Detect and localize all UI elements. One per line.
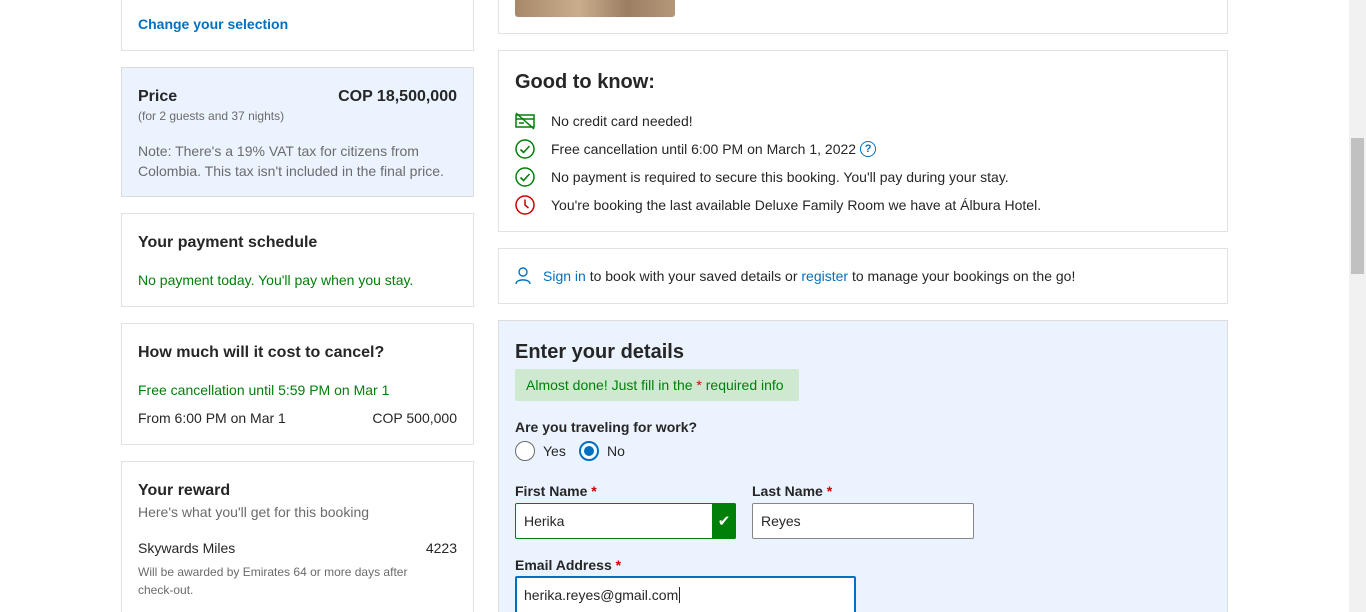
first-name-label-text: First Name [515, 483, 588, 499]
price-subtitle: (for 2 guests and 37 nights) [138, 109, 285, 123]
cancel-cost-title: How much will it cost to cancel? [138, 344, 385, 361]
sign-in-text-middle: to book with your saved details or [585, 268, 802, 284]
work-no-radio[interactable] [579, 441, 599, 461]
skywards-miles-value: 4223 [425, 540, 457, 556]
room-photo[interactable] [515, 0, 675, 17]
sign-in-link[interactable]: Sign in [543, 268, 586, 284]
details-title: Enter your details [515, 341, 684, 363]
last-name-label-text: Last Name [752, 483, 823, 499]
last-name-value: Reyes [761, 513, 801, 529]
banner-text-prefix: Almost done! Just fill in the [526, 377, 697, 393]
vat-note-line2: Colombia. This tax isn't included in the… [138, 163, 444, 179]
payment-schedule-title: Your payment schedule [138, 234, 318, 251]
work-no-label[interactable]: No [607, 443, 625, 459]
no-card-icon [515, 111, 535, 131]
user-icon [515, 267, 531, 285]
email-input[interactable]: herika.reyes@gmail.com [515, 576, 856, 612]
email-label: Email Address * [515, 557, 621, 573]
work-question: Are you traveling for work? [515, 419, 698, 435]
reward-note-line1: Will be awarded by Emirates 64 or more d… [138, 565, 408, 579]
valid-check-icon: ✔ [712, 503, 736, 539]
work-yes-radio[interactable] [515, 441, 535, 461]
first-name-label: First Name * [515, 483, 597, 499]
register-link[interactable]: register [801, 268, 848, 284]
gtk-item: Free cancellation until 6:00 PM on March… [515, 138, 877, 160]
selection-card: Change your selection [121, 0, 474, 51]
gtk-item-text: Free cancellation until 6:00 PM on March… [551, 141, 857, 157]
reward-title: Your reward [138, 482, 231, 499]
payment-schedule-card: Your payment schedule No payment today. … [121, 213, 474, 307]
help-icon[interactable]: ? [860, 141, 877, 157]
check-circle-icon [515, 139, 535, 159]
gtk-item-text: No payment is required to secure this bo… [551, 169, 1009, 185]
email-label-text: Email Address [515, 557, 612, 573]
gtk-item: No payment is required to secure this bo… [515, 166, 1009, 188]
payment-schedule-text: No payment today. You'll pay when you st… [138, 272, 414, 288]
cancel-cost-card: How much will it cost to cancel? Free ca… [121, 323, 474, 445]
email-value: herika.reyes@gmail.com [524, 587, 679, 603]
good-to-know-title: Good to know: [515, 71, 655, 93]
skywards-miles-label: Skywards Miles [138, 540, 236, 556]
page-scrollbar[interactable] [1349, 0, 1366, 612]
price-card: Price COP 18,500,000 (for 2 guests and 3… [121, 67, 474, 197]
clock-icon [515, 195, 535, 215]
cancel-fee-date: From 6:00 PM on Mar 1 [138, 410, 286, 426]
work-yes-label[interactable]: Yes [543, 443, 566, 459]
last-name-input[interactable]: Reyes [752, 503, 974, 539]
reward-note-line2: check-out. [138, 583, 194, 597]
scrollbar-thumb[interactable] [1351, 138, 1364, 274]
change-selection-link[interactable]: Change your selection [138, 16, 288, 32]
banner-text-suffix: required info [701, 377, 784, 393]
booking-page: Change your selection Price COP 18,500,0… [0, 0, 1366, 612]
reward-subtitle: Here's what you'll get for this booking [138, 504, 370, 520]
gtk-item-text: No credit card needed! [551, 113, 693, 129]
cancel-fee-amount: COP 500,000 [372, 410, 457, 426]
first-name-value: Herika [524, 513, 565, 529]
first-name-input[interactable]: Herika [515, 503, 736, 539]
required-info-banner: Almost done! Just fill in the * required… [515, 369, 799, 401]
sign-in-row: Sign in to book with your saved details … [515, 267, 1075, 285]
free-cancellation-text: Free cancellation until 5:59 PM on Mar 1 [138, 382, 390, 398]
required-star: * [615, 557, 622, 573]
price-label: Price [138, 88, 178, 105]
gtk-item: No credit card needed! [515, 110, 693, 132]
check-circle-icon [515, 167, 535, 187]
required-star: * [826, 483, 833, 499]
gtk-item: You're booking the last available Deluxe… [515, 194, 1041, 216]
text-cursor [679, 587, 681, 603]
required-star: * [591, 483, 597, 499]
price-amount: COP 18,500,000 [338, 88, 457, 105]
gtk-item-text: You're booking the last available Deluxe… [551, 197, 1042, 213]
sign-in-text-end: to manage your bookings on the go! [848, 268, 1076, 284]
reward-card: Your reward Here's what you'll get for t… [121, 461, 474, 612]
vat-note-line1: Note: There's a 19% VAT tax for citizens… [138, 143, 419, 159]
last-name-label: Last Name * [752, 483, 832, 499]
